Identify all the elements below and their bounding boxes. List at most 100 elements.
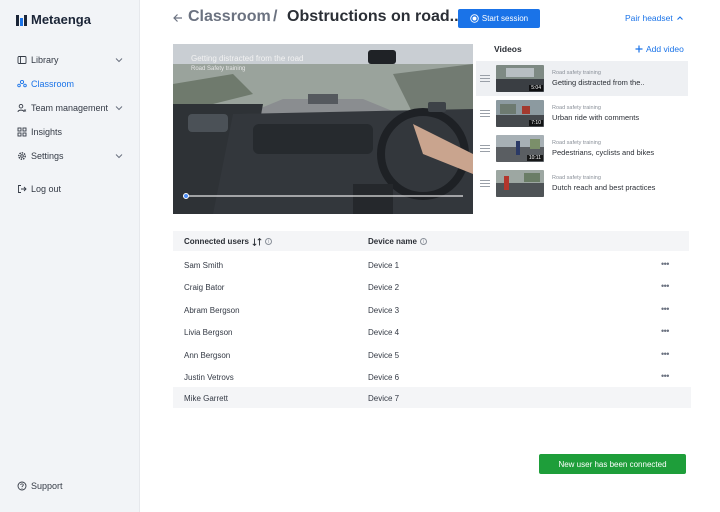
pair-headset-label: Pair headset — [625, 13, 673, 23]
drag-handle-icon[interactable] — [480, 75, 490, 82]
column-header-label: Device name — [368, 237, 417, 246]
table-header: Connected users i Device name i — [173, 231, 689, 251]
table-row[interactable]: Craig Bator Device 2 ••• — [173, 276, 691, 298]
pair-headset-button[interactable]: Pair headset — [625, 13, 684, 23]
start-session-button[interactable]: Start session — [458, 9, 540, 28]
video-duration: 5:04 — [529, 85, 543, 91]
chevron-down-icon[interactable] — [114, 103, 124, 113]
device-name: Device 6 — [368, 373, 400, 382]
drag-handle-icon[interactable] — [480, 145, 490, 152]
table-row[interactable]: Livia Bergson Device 4 ••• — [173, 321, 691, 343]
device-name: Device 2 — [368, 283, 400, 292]
user-name: Craig Bator — [184, 283, 225, 292]
progress-knob[interactable] — [183, 193, 189, 199]
device-name: Device 4 — [368, 328, 400, 337]
more-options-icon[interactable]: ••• — [661, 304, 669, 314]
logo-icon — [16, 14, 27, 26]
start-session-label: Start session — [481, 14, 529, 23]
user-name: Justin Vetrovs — [184, 373, 234, 382]
video-category: Road safety training — [552, 175, 601, 181]
chevron-down-icon[interactable] — [114, 55, 124, 65]
more-options-icon[interactable]: ••• — [661, 349, 669, 359]
player-title: Getting distracted from the road — [191, 54, 304, 63]
table-row[interactable]: Ann Bergson Device 5 ••• — [173, 344, 691, 366]
video-item[interactable]: 5:04 Road safety training Getting distra… — [476, 61, 688, 96]
video-thumbnail: 10:11 — [496, 135, 544, 162]
brand-name: Metaenga — [31, 12, 91, 27]
user-name: Ann Bergson — [184, 351, 231, 360]
breadcrumb-separator: / — [273, 8, 278, 25]
breadcrumb-parent[interactable]: Classroom — [188, 8, 271, 26]
sidebar-item-classroom[interactable]: Classroom — [0, 72, 140, 96]
back-arrow-icon[interactable] — [172, 12, 184, 24]
video-player[interactable]: Getting distracted from the road Road Sa… — [173, 44, 473, 214]
video-item[interactable]: Road safety training Dutch reach and bes… — [476, 166, 688, 201]
support-button[interactable]: Support — [0, 474, 140, 498]
info-icon[interactable]: i — [419, 238, 427, 245]
logout-section: Log out — [0, 177, 140, 201]
support-section: Support — [0, 474, 140, 498]
table-row[interactable]: Mike Garrett Device 7 — [173, 387, 691, 408]
record-icon — [470, 14, 479, 23]
sort-icon[interactable] — [252, 237, 262, 246]
logout-button[interactable]: Log out — [0, 177, 140, 201]
add-video-label: Add video — [646, 44, 684, 54]
more-options-icon[interactable]: ••• — [661, 259, 669, 269]
progress-bar[interactable] — [185, 195, 463, 197]
insights-icon — [17, 127, 27, 137]
brand-logo[interactable]: Metaenga — [16, 12, 91, 27]
video-thumbnail: 5:04 — [496, 65, 544, 92]
logout-label: Log out — [31, 184, 62, 194]
sidebar-item-library[interactable]: Library — [0, 48, 140, 72]
drag-handle-icon[interactable] — [480, 180, 490, 187]
sidebar-item-label: Team management — [31, 103, 109, 113]
video-list: 5:04 Road safety training Getting distra… — [476, 61, 688, 201]
sidebar-item-insights[interactable]: Insights — [0, 120, 140, 144]
table-row[interactable]: Justin Vetrovs Device 6 ••• — [173, 366, 691, 388]
classroom-icon — [17, 79, 27, 89]
logout-icon — [17, 184, 27, 194]
video-title: Dutch reach and best practices — [552, 183, 656, 192]
info-icon[interactable]: i — [264, 238, 272, 245]
help-icon — [17, 481, 27, 491]
team-icon — [17, 103, 27, 113]
chevron-up-icon — [676, 16, 683, 20]
video-duration: 10:11 — [526, 155, 543, 161]
support-label: Support — [31, 481, 63, 491]
gear-icon — [17, 151, 27, 161]
column-header-user[interactable]: Connected users i — [184, 237, 272, 246]
more-options-icon[interactable]: ••• — [661, 281, 669, 291]
column-header-device[interactable]: Device name i — [368, 237, 427, 246]
device-name: Device 7 — [368, 394, 400, 403]
add-video-button[interactable]: Add video — [635, 44, 684, 54]
user-name: Livia Bergson — [184, 328, 233, 337]
table-row[interactable]: Abram Bergson Device 3 ••• — [173, 299, 691, 321]
more-options-icon[interactable]: ••• — [661, 371, 669, 381]
video-category: Road safety training — [552, 140, 601, 146]
connected-users-table: Connected users i Device name i Sam Smit… — [173, 231, 691, 408]
user-name: Abram Bergson — [184, 306, 240, 315]
sidebar-nav: Library Classroom Team management Insigh… — [0, 48, 140, 168]
more-options-icon[interactable]: ••• — [661, 326, 669, 336]
chevron-down-icon[interactable] — [114, 151, 124, 161]
video-title: Getting distracted from the.. — [552, 78, 645, 87]
library-icon — [17, 55, 27, 65]
page-title: Obstructions on road.. — [287, 8, 459, 25]
videos-heading: Videos — [494, 44, 522, 54]
device-name: Device 5 — [368, 351, 400, 360]
drag-handle-icon[interactable] — [480, 110, 490, 117]
video-duration: 7:10 — [529, 120, 543, 126]
table-row[interactable]: Sam Smith Device 1 ••• — [173, 254, 691, 276]
sidebar-item-label: Insights — [31, 127, 63, 137]
video-title: Pedestrians, cyclists and bikes — [552, 148, 655, 157]
video-item[interactable]: 10:11 Road safety training Pedestrians, … — [476, 131, 688, 166]
sidebar-item-settings[interactable]: Settings — [0, 144, 140, 168]
plus-icon — [635, 45, 643, 53]
sidebar-item-team-management[interactable]: Team management — [0, 96, 140, 120]
video-category: Road safety training — [552, 70, 601, 76]
video-category: Road safety training — [552, 105, 601, 111]
video-thumbnail — [496, 170, 544, 197]
video-item[interactable]: 7:10 Road safety training Urban ride wit… — [476, 96, 688, 131]
user-name: Sam Smith — [184, 261, 224, 270]
sidebar: Metaenga Library Classroom Team manageme… — [0, 0, 140, 512]
